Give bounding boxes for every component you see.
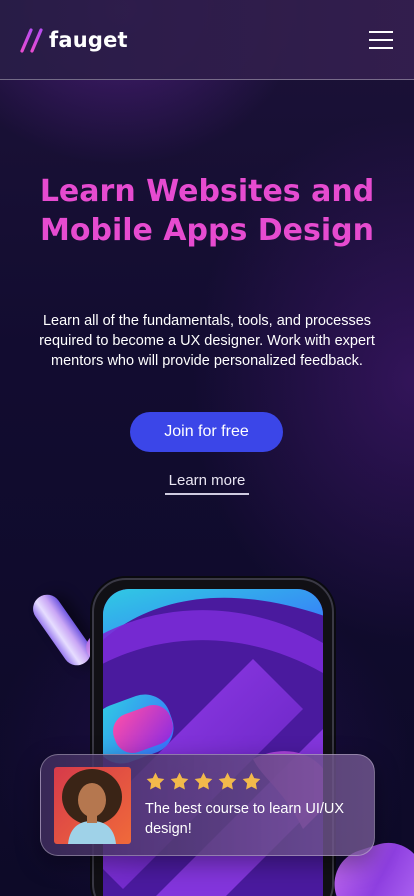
hamburger-menu-icon[interactable]: [366, 28, 396, 52]
hero-description: Learn all of the fundamentals, tools, an…: [39, 313, 375, 369]
star-icon: [146, 772, 165, 790]
rating-stars: [145, 771, 265, 792]
logo-slashes-icon: [20, 28, 43, 53]
join-for-free-button[interactable]: Join for free: [130, 412, 283, 452]
star-icon: [170, 772, 189, 790]
learn-more-link[interactable]: Learn more: [165, 472, 249, 495]
brand-name: fauget: [49, 28, 128, 52]
star-icon: [194, 772, 213, 790]
reviewer-avatar: [54, 767, 131, 844]
review-text: The best course to learn UI/UX design!: [145, 801, 345, 837]
brand-logo[interactable]: fauget: [20, 26, 128, 54]
star-icon: [218, 772, 237, 790]
landing-page: fauget Learn Websites and Mobile Apps De…: [0, 0, 414, 896]
hero-title: Learn Websites and Mobile Apps Design: [39, 174, 375, 248]
site-header: fauget: [0, 0, 414, 80]
review-card: The best course to learn UI/UX design!: [40, 754, 375, 856]
star-icon: [242, 772, 261, 790]
decorative-ribbon-shape: [27, 589, 97, 671]
